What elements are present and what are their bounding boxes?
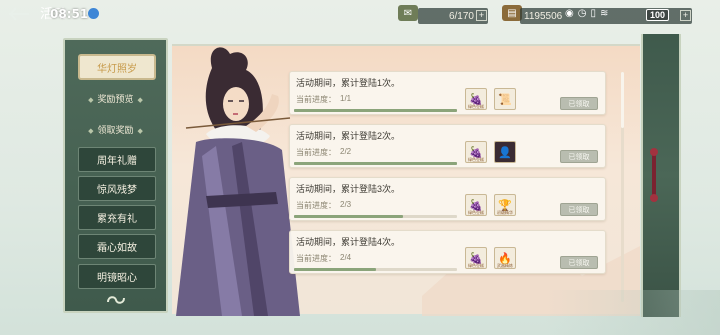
task-card: 活动期间，累计登陆1次。 当前进度： 1/1 🍇 绿色豆糕 📜 已领取 xyxy=(289,71,606,115)
nav-item-mirror-heart[interactable]: 明镜昭心 xyxy=(78,264,156,289)
pillar-ornament xyxy=(652,152,656,198)
app-status-icon xyxy=(88,8,99,19)
claimed-button[interactable]: 已领取 xyxy=(560,97,598,110)
diamond-icon: ◆ xyxy=(137,97,143,104)
add-stamina-button[interactable]: + xyxy=(476,10,487,21)
nav-item-anniversary[interactable]: 周年礼赠 xyxy=(78,147,156,172)
task-card: 活动期间，累计登陆3次。 当前进度： 2/3 🍇 绿色豆糕 🏆 初级精华 已领取 xyxy=(289,177,606,221)
currency-value: 1195506 xyxy=(524,10,563,22)
scroll-item-icon: 📜 xyxy=(498,93,512,106)
progress-label: 当前进度： xyxy=(296,95,336,104)
reward-item[interactable]: 🍇 绿色豆糕 xyxy=(465,88,487,110)
main-panel: 活动期间，累计登陆1次。 当前进度： 1/1 🍇 绿色豆糕 📜 已领取 活动期间… xyxy=(172,44,640,316)
progress-bar xyxy=(294,109,457,112)
bottom-right-decoration xyxy=(545,290,720,335)
scrollbar-thumb[interactable] xyxy=(621,72,624,128)
progress-fill xyxy=(294,109,457,112)
eye-icon: ◉ xyxy=(565,8,574,19)
system-status-icons: ◉ ◷ ▯ ≋ xyxy=(565,8,608,19)
progress-label: 当前进度： xyxy=(296,254,336,263)
reward-caption: 绿色豆糕 xyxy=(468,104,484,109)
vibrate-icon: ▯ xyxy=(590,8,596,19)
task-title: 活动期间，累计登陆3次。 xyxy=(296,184,401,194)
reward-caption: 绿色豆糕 xyxy=(468,263,484,268)
reward-item[interactable]: 👤 xyxy=(494,141,516,163)
task-card: 活动期间，累计登陆2次。 当前进度： 2/2 🍇 绿色豆糕 👤 已领取 xyxy=(289,124,606,168)
wifi-icon: ≋ xyxy=(599,8,609,19)
cloud-ornament-icon xyxy=(105,292,127,306)
progress-label: 当前进度： xyxy=(296,148,336,157)
progress-value: 2/4 xyxy=(340,253,352,262)
reward-caption: 初级精华 xyxy=(497,210,513,215)
coin-pile-icon: ▤ xyxy=(502,5,522,21)
reward-preview-label: 奖励预览 xyxy=(97,94,134,104)
progress-value: 1/1 xyxy=(340,94,352,103)
scroll-icon: ✉ xyxy=(398,5,418,21)
stamina-counter: 6/170 + xyxy=(418,8,488,24)
pillar-bead-icon xyxy=(650,194,658,202)
clock-icon: ◷ xyxy=(577,8,587,19)
task-list-scrollbar[interactable] xyxy=(621,72,624,302)
claimed-button[interactable]: 已领取 xyxy=(560,256,598,269)
reward-caption: 武器精炼 xyxy=(497,263,513,268)
reward-item[interactable]: 🍇 绿色豆糕 xyxy=(465,141,487,163)
task-title: 活动期间，累计登陆2次。 xyxy=(296,131,401,141)
reward-preview-link[interactable]: ◆ 奖励预览 ◆ xyxy=(65,92,166,105)
battery-indicator: 100 xyxy=(646,9,670,21)
reward-item[interactable]: 📜 xyxy=(494,88,516,110)
reward-item[interactable]: 🔥 武器精炼 xyxy=(494,247,516,269)
back-arrow-icon[interactable] xyxy=(6,4,32,24)
task-card: 活动期间，累计登陆4次。 当前进度： 2/4 🍇 绿色豆糕 🔥 武器精炼 已领取 xyxy=(289,230,606,274)
claim-reward-link[interactable]: ◆ 领取奖励 ◆ xyxy=(65,123,166,136)
progress-fill xyxy=(294,268,376,271)
progress-bar xyxy=(294,162,457,165)
progress-fill xyxy=(294,162,457,165)
diamond-icon: ◆ xyxy=(88,97,94,104)
task-title: 活动期间，累计登陆4次。 xyxy=(296,237,401,247)
progress-label: 当前进度： xyxy=(296,201,336,210)
left-nav-panel: 华灯照岁 ◆ 奖励预览 ◆ ◆ 领取奖励 ◆ 周年礼赠 惊风残梦 累充有礼 霜心如故 明… xyxy=(63,38,168,313)
nav-item-recharge-gift[interactable]: 累充有礼 xyxy=(78,205,156,230)
character-portrait-icon: 👤 xyxy=(498,146,512,159)
nav-item-frost-heart[interactable]: 霜心如故 xyxy=(78,234,156,259)
progress-fill xyxy=(294,215,404,218)
diamond-icon: ◆ xyxy=(137,128,143,135)
reward-caption: 绿色豆糕 xyxy=(468,157,484,162)
reward-item[interactable]: 🍇 绿色豆糕 xyxy=(465,194,487,216)
event-tab-header[interactable]: 华灯照岁 xyxy=(78,54,156,80)
right-frame-pillar xyxy=(641,34,681,317)
progress-bar xyxy=(294,215,457,218)
progress-value: 2/3 xyxy=(340,200,352,209)
progress-value: 2/2 xyxy=(340,147,352,156)
pillar-bead-icon xyxy=(650,148,658,156)
reward-caption: 绿色豆糕 xyxy=(468,210,484,215)
claimed-button[interactable]: 已领取 xyxy=(560,203,598,216)
stamina-value: 6/170 xyxy=(448,10,474,22)
top-bar: 活动 08:51 ✉ 6/170 + ▤ 1195506 + ◉ ◷ ▯ ≋ 1… xyxy=(0,0,720,32)
claimed-button[interactable]: 已领取 xyxy=(560,150,598,163)
diamond-icon: ◆ xyxy=(88,128,94,135)
reward-item[interactable]: 🏆 初级精华 xyxy=(494,194,516,216)
progress-bar xyxy=(294,268,457,271)
nav-item-shock-dream[interactable]: 惊风残梦 xyxy=(78,176,156,201)
add-currency-button[interactable]: + xyxy=(680,10,691,21)
reward-item[interactable]: 🍇 绿色豆糕 xyxy=(465,247,487,269)
claim-reward-label: 领取奖励 xyxy=(97,125,134,135)
status-clock: 08:51 xyxy=(50,7,89,21)
task-title: 活动期间，累计登陆1次。 xyxy=(296,78,401,88)
